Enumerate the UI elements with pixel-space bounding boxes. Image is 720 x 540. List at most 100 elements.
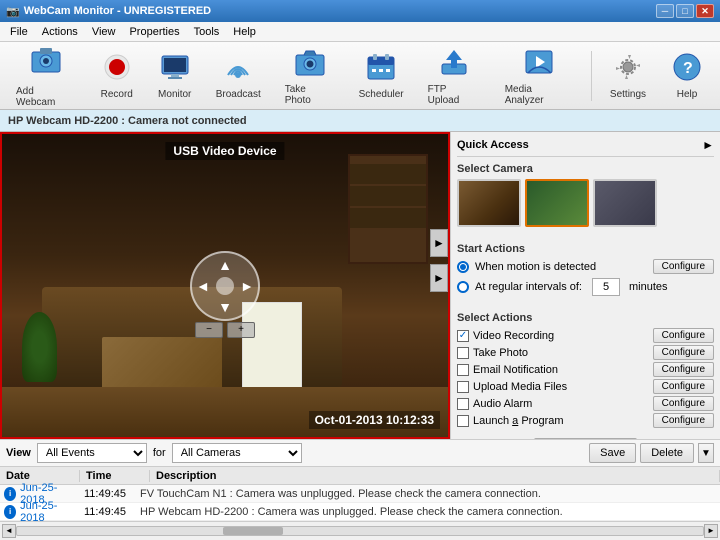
all-cameras-dropdown[interactable]: All Cameras [172, 443, 302, 463]
delete-button[interactable]: Delete [640, 443, 694, 463]
help-icon: ? [671, 51, 703, 86]
motion-configure-button[interactable]: Configure [653, 259, 714, 274]
help-button[interactable]: ? Help [662, 47, 712, 104]
broadcast-label: Broadcast [216, 89, 261, 100]
audio-alarm-configure-button[interactable]: Configure [653, 396, 714, 411]
monitor-button[interactable]: Monitor [150, 47, 200, 104]
minimize-button[interactable]: ─ [656, 4, 674, 18]
motion-radio-button[interactable] [457, 261, 469, 273]
scroll-right-button[interactable]: ► [704, 524, 718, 538]
zoom-out-button[interactable]: − [195, 322, 223, 338]
menu-actions[interactable]: Actions [36, 24, 84, 40]
settings-button[interactable]: Settings [602, 47, 654, 104]
email-notification-checkbox[interactable] [457, 364, 469, 376]
video-recording-configure-button[interactable]: Configure [653, 328, 714, 343]
start-monitoring-button[interactable]: Start Monitoring [534, 438, 638, 439]
menu-properties[interactable]: Properties [123, 24, 185, 40]
camera-thumb-2[interactable] [525, 179, 589, 227]
bottom-scrollbar[interactable]: ◄ ► [0, 521, 720, 539]
action-row-upload: Upload Media Files Configure [457, 379, 714, 394]
interval-radio-label: At regular intervals of: [475, 281, 582, 293]
camera-thumb-1[interactable] [457, 179, 521, 227]
all-events-dropdown[interactable]: All Events [37, 443, 147, 463]
menu-help[interactable]: Help [227, 24, 262, 40]
take-photo-checkbox[interactable] [457, 347, 469, 359]
nav-down-arrow[interactable]: ▼ [218, 299, 232, 315]
action-row-audio-alarm: Audio Alarm Configure [457, 396, 714, 411]
log-time-1: 11:49:45 [80, 506, 136, 518]
menu-bar: File Actions View Properties Tools Help [0, 22, 720, 42]
audio-alarm-checkbox[interactable] [457, 398, 469, 410]
menu-view[interactable]: View [86, 24, 122, 40]
launch-program-checkbox[interactable] [457, 415, 469, 427]
record-button[interactable]: Record [92, 47, 142, 104]
camera-thumbnails [457, 179, 714, 227]
view-label: View [6, 447, 31, 459]
media-analyzer-icon [523, 46, 555, 81]
launch-program-configure-button[interactable]: Configure [653, 413, 714, 428]
add-webcam-button[interactable]: Add Webcam [8, 40, 84, 112]
app-icon: 📷 [6, 5, 20, 18]
interval-unit-label: minutes [629, 281, 668, 293]
monitor-label: Monitor [158, 89, 191, 100]
side-nav-right-up[interactable]: ► [430, 229, 448, 257]
action-row-video-recording: Video Recording Configure [457, 328, 714, 343]
for-label: for [153, 447, 166, 459]
upload-media-configure-button[interactable]: Configure [653, 379, 714, 394]
log-desc-1: HP Webcam HD-2200 : Camera was unplugged… [136, 506, 720, 518]
filter-expand-button[interactable]: ▼ [698, 443, 714, 463]
camera-thumb-3-image [595, 181, 655, 225]
camera-thumb-1-image [459, 181, 519, 225]
menu-file[interactable]: File [4, 24, 34, 40]
event-filter-bar: View All Events for All Cameras Save Del… [0, 439, 720, 467]
zoom-in-button[interactable]: + [227, 322, 255, 338]
scheduler-button[interactable]: Scheduler [351, 47, 412, 104]
log-header-time: Time [80, 470, 150, 482]
scrollbar-thumb[interactable] [223, 527, 283, 535]
log-date-1: Jun-25-2018 [18, 500, 76, 522]
menu-tools[interactable]: Tools [188, 24, 226, 40]
toolbar-separator [591, 51, 592, 101]
log-row-1[interactable]: i Jun-25-2018 11:49:45 HP Webcam HD-2200… [0, 503, 720, 521]
upload-media-checkbox[interactable] [457, 381, 469, 393]
video-panel: ▲ ▼ ◄ ► − + ► ► USB Video Device Oct-01-… [0, 132, 450, 439]
action-row-launch-program: Launch a Program Configure [457, 413, 714, 428]
email-notification-label: Email Notification [473, 364, 558, 376]
quick-access-expand-icon[interactable]: ► [702, 138, 714, 152]
log-row-0[interactable]: i Jun-25-2018 11:49:45 FV TouchCam N1 : … [0, 485, 720, 503]
nav-left-arrow[interactable]: ◄ [196, 278, 210, 294]
video-recording-label: Video Recording [473, 330, 554, 342]
ftp-upload-button[interactable]: FTP Upload [420, 42, 489, 110]
scheduler-icon [365, 51, 397, 86]
interval-value-input[interactable] [592, 278, 620, 296]
interval-radio-row: At regular intervals of: minutes [457, 278, 714, 296]
maximize-button[interactable]: □ [676, 4, 694, 18]
nav-up-arrow[interactable]: ▲ [218, 257, 232, 273]
camera-thumb-2-image [527, 181, 587, 225]
take-photo-configure-button[interactable]: Configure [653, 345, 714, 360]
nav-center-button[interactable] [216, 277, 234, 295]
save-button[interactable]: Save [589, 443, 636, 463]
monitor-icon [159, 51, 191, 86]
camera-thumb-3[interactable] [593, 179, 657, 227]
main-content: ▲ ▼ ◄ ► − + ► ► USB Video Device Oct-01-… [0, 132, 720, 439]
actions-grid: Video Recording Configure Take Photo Con… [457, 328, 714, 428]
scrollbar-track[interactable] [16, 526, 704, 536]
nav-right-arrow[interactable]: ► [240, 278, 254, 294]
scroll-left-button[interactable]: ◄ [2, 524, 16, 538]
broadcast-button[interactable]: Broadcast [208, 47, 269, 104]
motion-radio-row: When motion is detected Configure [457, 259, 714, 274]
settings-icon [612, 51, 644, 86]
close-button[interactable]: ✕ [696, 4, 714, 18]
interval-radio-button[interactable] [457, 281, 469, 293]
email-notification-configure-button[interactable]: Configure [653, 362, 714, 377]
take-photo-button[interactable]: Take Photo [277, 42, 343, 110]
svg-text:?: ? [683, 60, 693, 77]
side-nav-right-down[interactable]: ► [430, 264, 448, 292]
media-analyzer-button[interactable]: Media Analyzer [497, 42, 581, 110]
log-icon-1: i [4, 505, 16, 519]
video-recording-checkbox[interactable] [457, 330, 469, 342]
quick-access-header: Quick Access ► [457, 138, 714, 157]
action-row-take-photo: Take Photo Configure [457, 345, 714, 360]
ftp-upload-icon [438, 46, 470, 81]
